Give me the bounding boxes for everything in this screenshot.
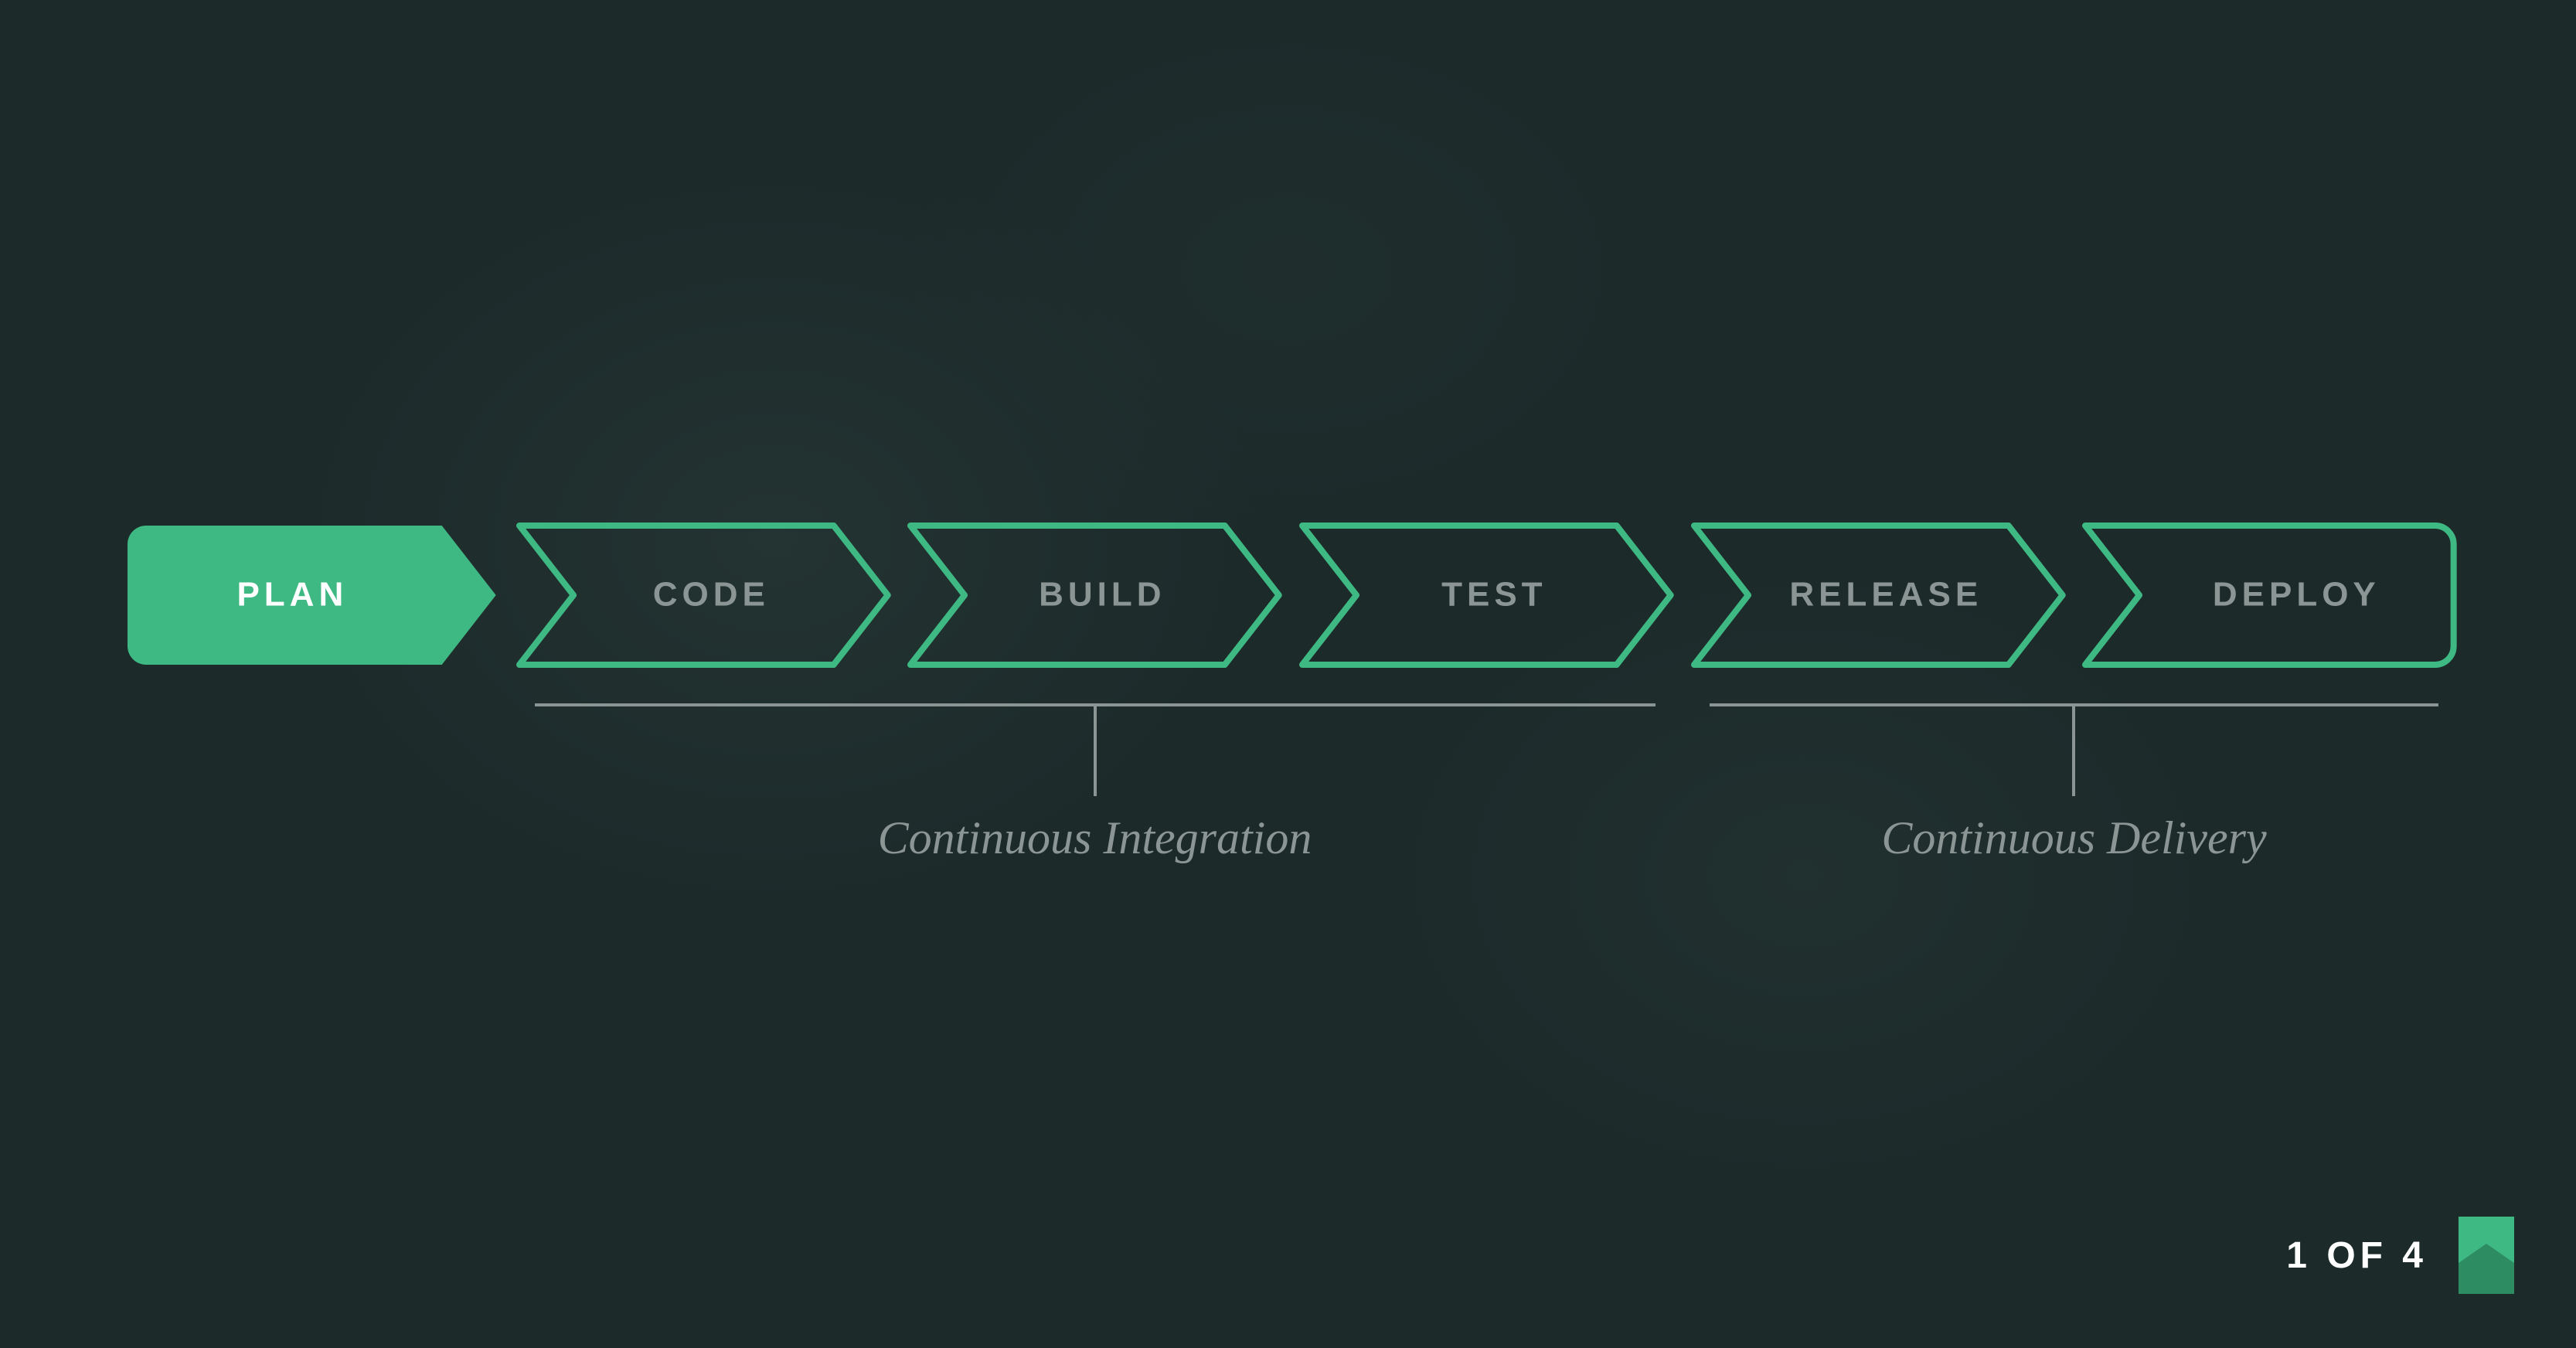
group-stem <box>2072 703 2075 796</box>
stage-label: DEPLOY <box>2213 576 2380 614</box>
slide-canvas: PLAN CODE BUILD TEST RELEASE DEPLOY Continuou… <box>0 0 2576 1348</box>
stage-plan: PLAN <box>128 526 550 665</box>
brand-logo-icon <box>2459 1217 2514 1294</box>
page-counter: 1 OF 4 <box>2286 1234 2428 1277</box>
group-stem <box>1094 703 1097 796</box>
stage-code: CODE <box>519 526 942 665</box>
stage-label: PLAN <box>237 576 348 614</box>
stage-label: BUILD <box>1039 576 1165 614</box>
slide-footer: 1 OF 4 <box>2286 1217 2514 1294</box>
stage-label: CODE <box>652 576 769 614</box>
stage-test: TEST <box>1302 526 1725 665</box>
stage-release: RELEASE <box>1694 526 2117 665</box>
stage-build: BUILD <box>910 526 1333 665</box>
group-label: Continuous Integration <box>878 812 1312 865</box>
stage-deploy: DEPLOY <box>2085 526 2508 665</box>
pipeline-diagram: PLAN CODE BUILD TEST RELEASE DEPLOY <box>128 526 2454 665</box>
stage-label: TEST <box>1441 576 1547 614</box>
group-label: Continuous Delivery <box>1881 812 2266 865</box>
stage-label: RELEASE <box>1789 576 1982 614</box>
